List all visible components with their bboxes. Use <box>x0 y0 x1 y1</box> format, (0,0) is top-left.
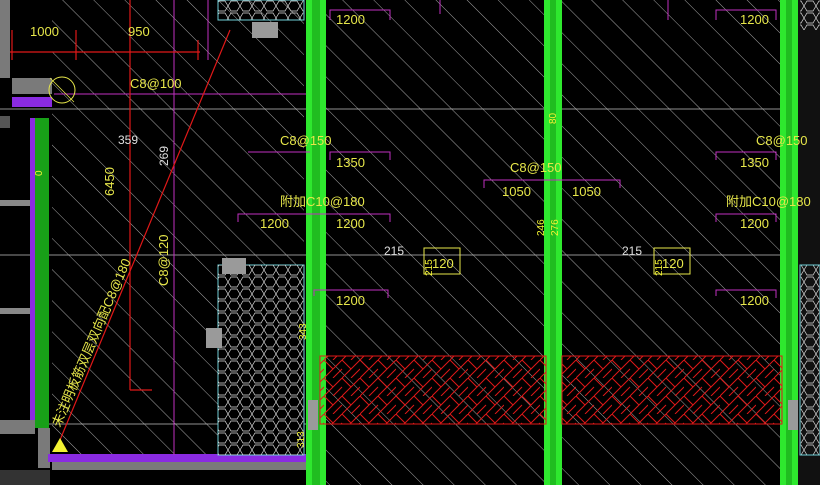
dim-1200-right: 1200 <box>740 216 769 231</box>
tag-343: 343 <box>298 323 309 340</box>
dim-215-small-b: 215 <box>654 259 665 276</box>
rebar-c8-120: C8@120 <box>156 234 171 286</box>
dim-215-small-a: 215 <box>424 259 435 276</box>
tag-276: 276 <box>550 219 561 236</box>
added-c10-left: 附加C10@180 <box>280 194 365 209</box>
rebar-c8-150-right: C8@150 <box>756 133 808 148</box>
dim-359: 359 <box>118 133 138 147</box>
added-c10-right: 附加C10@180 <box>726 194 811 209</box>
box-120-b: 120 <box>662 256 684 271</box>
tag-246: 246 <box>536 219 547 236</box>
floor-plan-svg: 1000 950 C8@100 359 269 6450 C8@120 C8@1… <box>0 0 820 485</box>
tag-0: 0 <box>34 170 45 176</box>
dim-6450: 6450 <box>102 167 117 196</box>
dim-1200-mid-left: 1200 <box>260 216 289 231</box>
rebar-c8-100: C8@100 <box>130 76 182 91</box>
dim-215-a: 215 <box>384 244 404 258</box>
rebar-c8-150-left: C8@150 <box>280 133 332 148</box>
dim-1050-b: 1050 <box>572 184 601 199</box>
dim-1200-mid-a: 1200 <box>336 216 365 231</box>
dim-215-b: 215 <box>622 244 642 258</box>
tag-80: 80 <box>548 112 559 124</box>
tag-313: 313 <box>296 431 307 448</box>
dim-1200-top-right: 1200 <box>740 12 769 27</box>
rebar-c8-150-mid: C8@150 <box>510 160 562 175</box>
dim-1200-bottom-left: 1200 <box>336 293 365 308</box>
dim-1050-a: 1050 <box>502 184 531 199</box>
dim-950: 950 <box>128 24 150 39</box>
dim-1000: 1000 <box>30 24 59 39</box>
dim-1200-bottom-right: 1200 <box>740 293 769 308</box>
dim-269: 269 <box>157 146 171 166</box>
cad-drawing-canvas[interactable]: 1000 950 C8@100 359 269 6450 C8@120 C8@1… <box>0 0 820 485</box>
dim-1200-top-left: 1200 <box>336 12 365 27</box>
box-120-a: 120 <box>432 256 454 271</box>
dim-1350-right: 1350 <box>740 155 769 170</box>
dim-1350-left: 1350 <box>336 155 365 170</box>
